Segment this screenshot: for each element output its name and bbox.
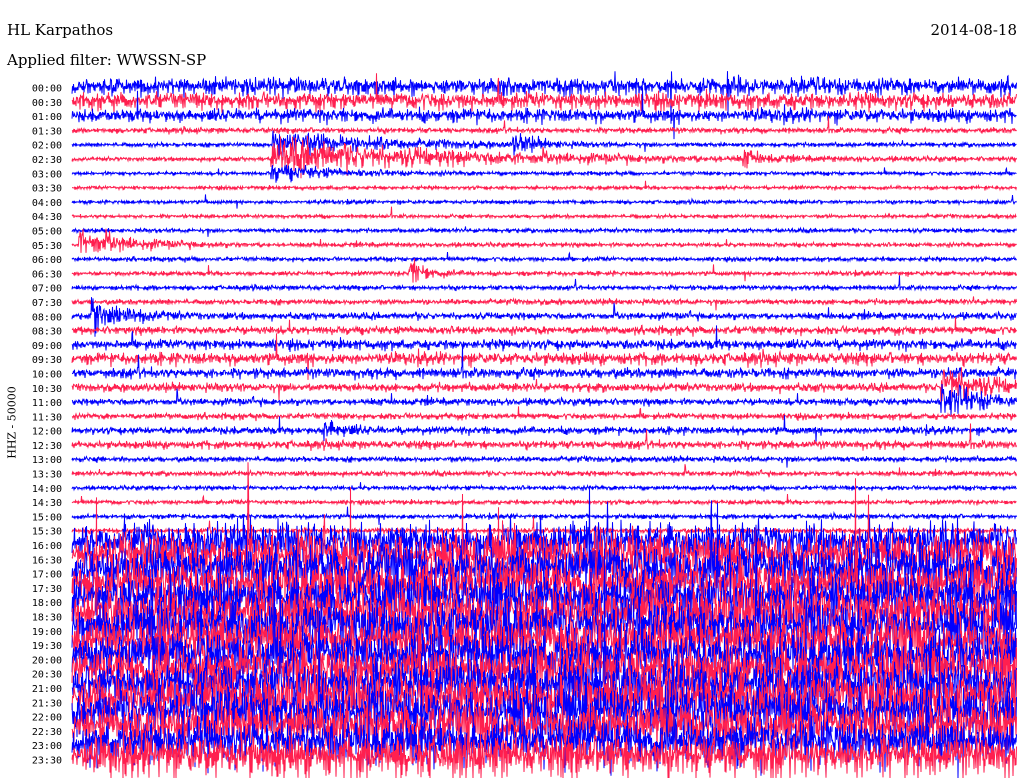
row-time-label: 19:00 xyxy=(32,627,62,638)
row-time-label: 19:30 xyxy=(32,641,62,652)
row-time-label: 08:30 xyxy=(32,327,62,338)
trace-1000 xyxy=(71,346,1017,381)
row-time-label: 04:00 xyxy=(32,198,62,209)
trace-0300 xyxy=(71,164,1017,183)
row-time-label: 04:30 xyxy=(32,212,62,223)
row-time-label: 08:00 xyxy=(32,312,62,323)
row-time-label: 13:00 xyxy=(32,455,62,466)
row-time-label: 17:00 xyxy=(32,570,62,581)
row-time-label: 06:00 xyxy=(32,255,62,266)
row-time-label: 11:00 xyxy=(32,398,62,409)
row-time-label: 23:00 xyxy=(32,741,62,752)
row-time-label: 12:30 xyxy=(32,441,62,452)
trace-1330 xyxy=(71,464,1017,478)
trace-0430 xyxy=(71,206,1017,221)
row-time-label: 07:00 xyxy=(32,284,62,295)
row-time-label: 05:00 xyxy=(32,226,62,237)
row-time-label: 01:00 xyxy=(32,112,62,123)
row-time-label: 16:00 xyxy=(32,541,62,552)
row-time-label: 22:30 xyxy=(32,727,62,738)
row-time-label: 15:00 xyxy=(32,512,62,523)
row-time-label: 13:30 xyxy=(32,470,62,481)
trace-0330 xyxy=(72,180,1017,192)
row-time-label: 14:30 xyxy=(32,498,62,509)
row-time-label: 10:30 xyxy=(32,384,62,395)
trace-0500 xyxy=(71,226,1017,237)
trace-1500 xyxy=(71,506,1017,525)
trace-0600 xyxy=(71,251,1017,264)
row-time-label: 12:00 xyxy=(32,427,62,438)
trace-0630 xyxy=(71,258,1017,283)
row-time-label: 18:00 xyxy=(32,598,62,609)
trace-0700 xyxy=(71,275,1017,292)
row-time-label: 01:30 xyxy=(32,126,62,137)
row-time-label: 22:00 xyxy=(32,713,62,724)
trace-1130 xyxy=(71,406,1017,422)
row-time-label: 07:30 xyxy=(32,298,62,309)
row-time-label: 03:00 xyxy=(32,169,62,180)
trace-1430 xyxy=(71,493,1017,507)
row-time-label: 10:00 xyxy=(32,369,62,380)
row-time-label: 18:30 xyxy=(32,613,62,624)
row-time-label: 05:30 xyxy=(32,241,62,252)
row-time-label: 09:00 xyxy=(32,341,62,352)
row-time-label: 23:30 xyxy=(32,756,62,767)
row-time-label: 02:30 xyxy=(32,155,62,166)
row-time-label: 09:30 xyxy=(32,355,62,366)
row-time-label: 02:00 xyxy=(32,141,62,152)
helicorder-plot: 00:00 00:30 01:00 01:30 02:00 02:30 03:00 03:30… xyxy=(32,71,1017,779)
trace-0830 xyxy=(71,317,1017,337)
row-time-label: 03:30 xyxy=(32,184,62,195)
row-time-label: 21:00 xyxy=(32,684,62,695)
row-time-label: 11:30 xyxy=(32,412,62,423)
trace-1400 xyxy=(71,482,1017,492)
row-time-label: 14:00 xyxy=(32,484,62,495)
row-time-label: 00:00 xyxy=(32,84,62,95)
row-time-label: 20:00 xyxy=(32,655,62,666)
row-time-label: 06:30 xyxy=(32,269,62,280)
row-time-label: 00:30 xyxy=(32,98,62,109)
row-time-label: 20:30 xyxy=(32,670,62,681)
row-time-label: 15:30 xyxy=(32,527,62,538)
trace-0730 xyxy=(71,296,1017,311)
trace-1300 xyxy=(71,454,1017,468)
trace-1200 xyxy=(71,415,1017,444)
row-time-label: 16:30 xyxy=(32,555,62,566)
row-time-label: 21:30 xyxy=(32,698,62,709)
trace-0400 xyxy=(71,194,1017,209)
row-time-label: 17:30 xyxy=(32,584,62,595)
